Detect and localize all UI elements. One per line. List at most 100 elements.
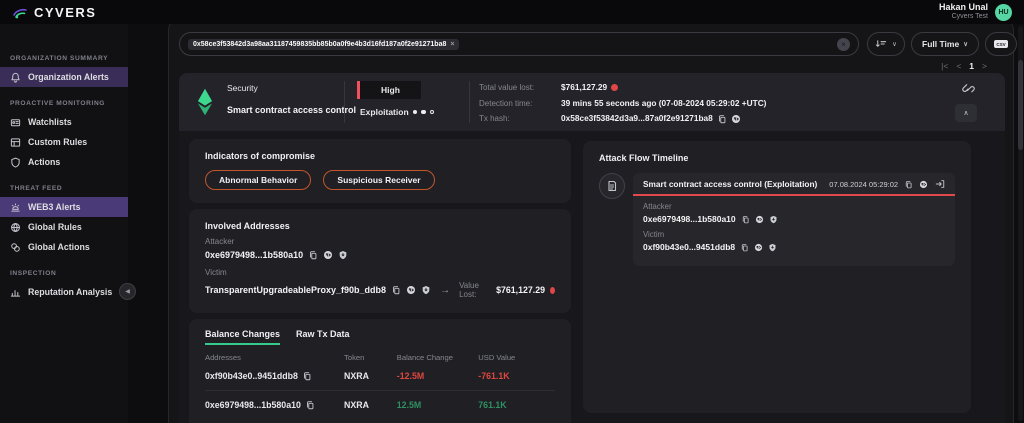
sidebar-item-watchlists[interactable]: Watchlists (0, 112, 128, 132)
row-token: NXRA (344, 371, 397, 381)
timeline-node (599, 173, 625, 199)
balance-changes-card: Balance Changes Raw Tx Data Addresses To… (189, 319, 571, 423)
alert-type: Smart contract access control (227, 105, 356, 115)
copy-icon[interactable] (305, 400, 315, 410)
risk-dot-icon (550, 287, 555, 294)
sort-icon (875, 39, 888, 49)
sidebar-item-global-actions[interactable]: Global Actions (0, 237, 128, 257)
involved-addresses-card: Involved Addresses Attacker 0xe6979498..… (189, 209, 571, 313)
collapse-alert-button[interactable]: ∧ (955, 104, 977, 122)
ioc-chip-suspicious-receiver: Suspicious Receiver (323, 170, 434, 190)
risk-dot-icon (611, 84, 618, 91)
column-token: Token (344, 353, 397, 362)
globe-icon (10, 222, 21, 233)
column-balance-change: Balance Change (397, 353, 479, 362)
severity-label: High (381, 85, 400, 95)
time-range-value: Full Time (922, 39, 959, 49)
sidebar-item-global-rules[interactable]: Global Rules (0, 217, 128, 237)
etherscan-icon[interactable] (731, 114, 741, 124)
etherscan-icon[interactable] (754, 243, 763, 252)
table-row: 0xf90b43e0..9451ddb8 NXRA -12.5M -761.1K (205, 371, 555, 381)
row-address: 0xe6979498...1b580a10 (205, 400, 301, 410)
section-label-threat-feed: THREAT FEED (10, 185, 118, 192)
tx-hash-value: 0x58ce3f53842d3a9...87a0f2e91271ba8 (561, 111, 713, 127)
copy-icon[interactable] (302, 371, 312, 381)
open-details-icon[interactable] (935, 179, 945, 189)
phase-label: Exploitation (360, 107, 409, 117)
export-csv-button[interactable]: CSV (985, 32, 1017, 56)
collapse-icon: ◀ (125, 288, 130, 295)
user-name: Hakan Unal (939, 2, 988, 13)
page-scrollbar[interactable] (1018, 26, 1023, 421)
time-range-dropdown[interactable]: Full Time ∨ (911, 32, 979, 56)
scrollbar-thumb[interactable] (1018, 60, 1023, 150)
avatar[interactable]: HU (995, 4, 1012, 21)
alert-detail-region: Indicators of compromise Abnormal Behavi… (179, 131, 1005, 423)
sidebar-item-label: Custom Rules (28, 137, 87, 147)
brand-name: CYVERS (34, 5, 96, 20)
pagination-prev-icon[interactable]: < (956, 61, 961, 71)
victim-label: Victim (205, 268, 555, 277)
ethereum-icon (194, 87, 216, 117)
value-lost-value: $761,127.29 (496, 285, 545, 295)
shield-scan-icon[interactable] (421, 285, 431, 295)
row-balance-change: -12.5M (397, 371, 479, 381)
etherscan-icon[interactable] (323, 250, 333, 260)
sidebar-item-web3-alerts[interactable]: WEB3 Alerts (0, 197, 128, 217)
phase-dot-empty (430, 110, 435, 115)
user-menu[interactable]: Hakan Unal Cyvers Test HU (939, 2, 1012, 22)
chip-remove-icon[interactable]: × (450, 41, 454, 48)
etherscan-icon[interactable] (755, 215, 764, 224)
copy-icon[interactable] (391, 285, 401, 295)
copy-icon[interactable] (308, 250, 318, 260)
tab-raw-tx-data[interactable]: Raw Tx Data (296, 329, 350, 345)
row-usd-value: -761.1K (478, 371, 555, 381)
pagination-first-icon[interactable]: |< (941, 61, 948, 71)
search-clear-button[interactable]: × (837, 38, 850, 51)
total-value-lost-label: Total value lost: (479, 80, 561, 96)
chevron-down-icon: ∨ (892, 40, 897, 48)
attacker-label: Attacker (643, 202, 945, 211)
search-input[interactable]: 0x58ce3f53842d3a98aa31187459835bb85b0a0f… (179, 32, 859, 56)
sidebar-item-label: Actions (28, 157, 60, 167)
etherscan-icon[interactable] (919, 180, 928, 189)
total-value-lost-value: $761,127.29 (561, 80, 607, 96)
cyvers-logo-icon (12, 5, 28, 19)
pagination-current-page[interactable]: 1 (969, 61, 974, 71)
copy-icon[interactable] (904, 180, 913, 189)
shield-scan-icon[interactable] (769, 215, 778, 224)
sidebar-item-custom-rules[interactable]: Custom Rules (0, 132, 128, 152)
sort-button[interactable]: ∨ (867, 32, 905, 56)
shield-scan-icon[interactable] (338, 250, 348, 260)
tx-hash-label: Tx hash: (479, 111, 561, 127)
attack-flow-timeline-card: Attack Flow Timeline Smart contract acce… (583, 141, 971, 413)
search-filter-chip: 0x58ce3f53842d3a98aa31187459835bb85b0a0f… (188, 39, 459, 50)
victim-label: Victim (643, 230, 945, 239)
attachment-link-icon[interactable] (962, 83, 975, 98)
phase-dot-filled (413, 110, 418, 115)
sidebar-collapse-button[interactable]: ◀ (119, 283, 136, 300)
sidebar-item-label: Organization Alerts (28, 72, 109, 82)
row-token: NXRA (344, 400, 397, 410)
copy-icon[interactable] (717, 114, 727, 124)
section-label-proactive-monitoring: PROACTIVE MONITORING (10, 100, 118, 107)
etherscan-icon[interactable] (406, 285, 416, 295)
sidebar-item-organization-alerts[interactable]: Organization Alerts (0, 67, 128, 87)
divider (469, 81, 470, 123)
sidebar-item-reputation-analysis[interactable]: Reputation Analysis (0, 282, 128, 302)
tab-balance-changes[interactable]: Balance Changes (205, 329, 280, 345)
timeline-event-card[interactable]: Smart contract access control (Exploitat… (633, 173, 955, 266)
alarm-icon (10, 202, 21, 213)
pagination-next-icon[interactable]: > (982, 61, 987, 71)
sidebar-item-label: Watchlists (28, 117, 72, 127)
shield-scan-icon[interactable] (768, 243, 777, 252)
sidebar-item-actions[interactable]: Actions (0, 152, 128, 172)
copy-icon[interactable] (740, 243, 749, 252)
main-panel: 0x58ce3f53842d3a98aa31187459835bb85b0a0f… (168, 18, 1014, 423)
alert-header-card[interactable]: Security Smart contract access control H… (179, 73, 1005, 131)
pagination: |< < 1 > (941, 61, 987, 71)
copy-icon[interactable] (741, 215, 750, 224)
watchlist-icon (10, 117, 21, 128)
cyvers-logo[interactable]: CYVERS (12, 5, 96, 20)
divider (344, 81, 345, 123)
